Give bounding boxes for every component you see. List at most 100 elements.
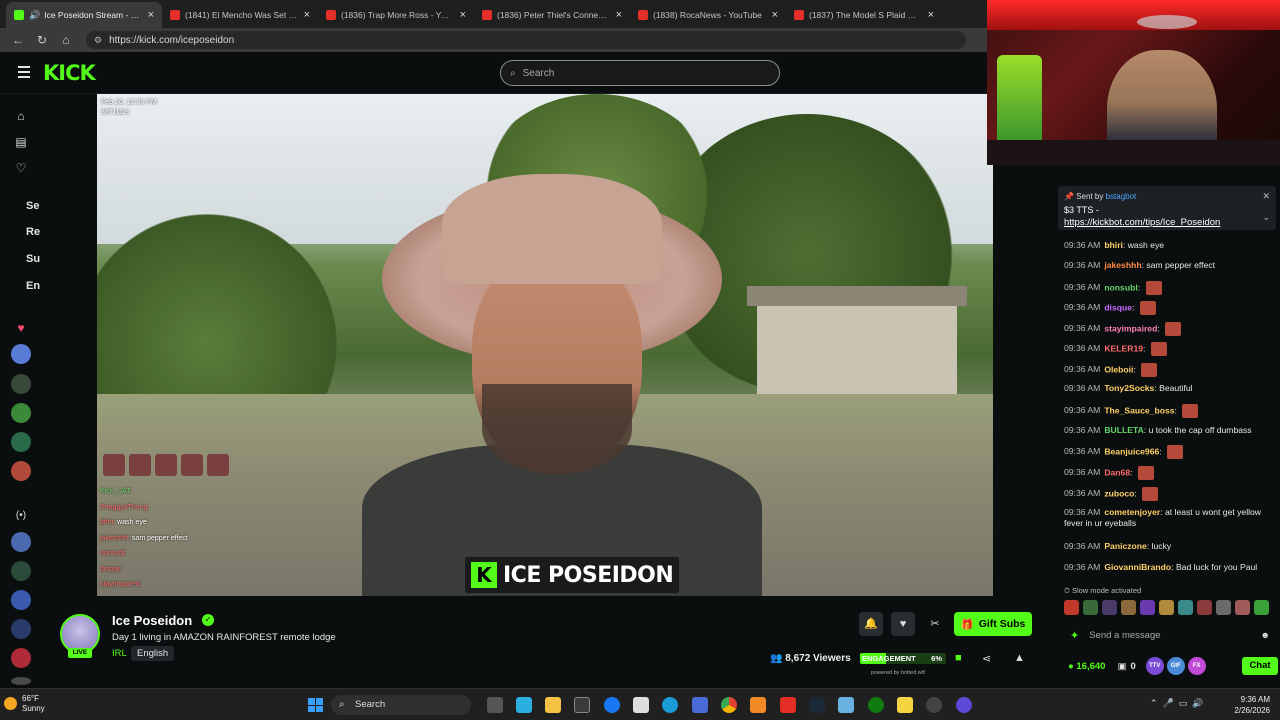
message-username[interactable]: BULLETA (1104, 425, 1143, 435)
followed-channel-avatar[interactable] (11, 374, 31, 394)
stats-icon[interactable]: ■ (955, 652, 962, 664)
facebook-icon[interactable] (604, 697, 620, 713)
gift-icon[interactable]: ▣ (1117, 661, 1126, 672)
share-icon[interactable]: ⋖ (982, 652, 991, 665)
browse-icon[interactable]: ▤ (13, 134, 29, 150)
vlc-icon[interactable] (750, 697, 766, 713)
obs-icon[interactable] (926, 697, 942, 713)
chat-input[interactable]: ✦ Send a message ☻ (1070, 626, 1270, 644)
browser-tab-youtube[interactable]: (1841) El Mencho Was Set Up By × (162, 2, 318, 28)
channel-points[interactable]: ● 16,640 (1068, 661, 1105, 672)
chat-send-button[interactable]: Chat (1242, 657, 1278, 675)
message-username[interactable]: The_Sauce_boss (1104, 405, 1174, 415)
close-tab-icon[interactable]: × (928, 9, 934, 21)
app-icon[interactable] (956, 697, 972, 713)
youtube-icon[interactable] (780, 697, 796, 713)
site-info-icon[interactable]: ⚙ (94, 35, 102, 46)
video-player[interactable]: Feb 26, 12:36 PM 3871kb/s Kick_UAT: Snag… (97, 94, 993, 596)
back-icon[interactable]: ← (6, 33, 30, 47)
message-username[interactable]: cometenjoyer (1104, 507, 1160, 517)
copilot-icon[interactable] (516, 697, 532, 713)
edge-icon[interactable] (662, 697, 678, 713)
menu-icon[interactable] (18, 66, 30, 78)
emoji-icon[interactable]: ☻ (1261, 630, 1270, 640)
followed-channel-avatar[interactable] (11, 344, 31, 364)
close-tab-icon[interactable]: × (772, 9, 778, 21)
weather-widget[interactable]: 66°F Sunny (4, 694, 45, 714)
notification-bell-button[interactable]: 🔔 (859, 612, 883, 636)
streamer-name[interactable]: Ice Poseidon (112, 613, 192, 628)
recommended-channel-avatar[interactable] (11, 590, 31, 610)
browser-tab-youtube[interactable]: (1837) The Model S Plaid Walked × (786, 2, 942, 28)
steam-icon[interactable] (809, 697, 825, 713)
emote-button[interactable] (1178, 600, 1193, 615)
sidebar-section-label[interactable]: Su (26, 253, 40, 265)
sidebar-section-label[interactable]: En (26, 280, 40, 292)
message-username[interactable]: disque (1104, 302, 1132, 312)
followed-channel-avatar[interactable] (11, 461, 31, 481)
emote-button[interactable] (1102, 600, 1117, 615)
mic-icon[interactable]: 🎤 (1163, 698, 1174, 708)
pinned-link[interactable]: https://kickbot.com/tips/Ice_Poseidon (1064, 217, 1220, 228)
emote-button[interactable] (1254, 600, 1269, 615)
message-username[interactable]: Beanjuice966 (1104, 446, 1159, 456)
language-tag[interactable]: English (131, 646, 175, 661)
recommended-channel-avatar[interactable] (11, 561, 31, 581)
taskbar-clock[interactable]: 9:36 AM 2/26/2026 (1224, 694, 1270, 716)
sidebar-section-label[interactable]: Se (26, 200, 39, 212)
volume-icon[interactable]: 🔊 (1192, 698, 1203, 708)
clip-button[interactable]: ✂ (923, 612, 947, 636)
recommended-channel-avatar[interactable] (11, 648, 31, 668)
message-username[interactable]: jakeshhh (1104, 260, 1141, 270)
browser-tab-kick[interactable]: 🔊 Ice Poseidon Stream - Watch × (6, 2, 162, 28)
extension-pill[interactable]: GIF (1166, 657, 1185, 675)
app-icon[interactable] (838, 697, 854, 713)
chevron-down-icon[interactable]: ⌄ (1262, 212, 1270, 223)
message-username[interactable]: Paniczone (1104, 541, 1147, 551)
home-icon[interactable]: ⌂ (54, 33, 78, 47)
close-tab-icon[interactable]: × (148, 9, 154, 21)
close-tab-icon[interactable]: × (304, 9, 310, 21)
message-username[interactable]: bhiri (1104, 240, 1123, 250)
emote-button[interactable] (1140, 600, 1155, 615)
emote-button[interactable] (1064, 600, 1079, 615)
follow-heart-button[interactable]: ♥ (891, 612, 915, 636)
category-link[interactable]: IRL (112, 648, 127, 659)
recommended-channel-avatar[interactable] (11, 677, 31, 685)
emote-button[interactable] (1235, 600, 1250, 615)
file-explorer-icon[interactable] (545, 697, 561, 713)
pinned-message[interactable]: 📌 Sent by bstagbot $3 TTS - https://kick… (1058, 186, 1276, 230)
emote-button[interactable] (1216, 600, 1231, 615)
extension-pill[interactable]: TTV (1145, 657, 1164, 675)
sparkle-icon[interactable]: ✦ (1070, 629, 1079, 642)
task-view-icon[interactable] (487, 697, 503, 713)
close-tab-icon[interactable]: × (616, 9, 622, 21)
message-username[interactable]: Dan68 (1104, 467, 1130, 477)
speaker-icon[interactable]: 🔊 (29, 10, 40, 21)
notes-icon[interactable] (897, 697, 913, 713)
browser-tab-youtube[interactable]: (1836) Peter Thiel's Connections × (474, 2, 630, 28)
recommended-channel-avatar[interactable] (11, 619, 31, 639)
amazon-icon[interactable] (633, 697, 649, 713)
emote-button[interactable] (1121, 600, 1136, 615)
browser-tab-youtube[interactable]: (1836) Trap More Ross - YouTube × (318, 2, 474, 28)
message-username[interactable]: KELER19 (1104, 343, 1143, 353)
emote-button[interactable] (1083, 600, 1098, 615)
browser-tab-youtube[interactable]: (1838) RocaNews - YouTube × (630, 2, 786, 28)
emote-button[interactable] (1197, 600, 1212, 615)
followed-channel-avatar[interactable] (11, 432, 31, 452)
message-username[interactable]: zuboco (1104, 488, 1134, 498)
chrome-icon[interactable] (721, 697, 737, 713)
kick-logo[interactable]: KICK (43, 61, 96, 85)
chevron-up-icon[interactable]: ⌃ (1150, 698, 1158, 708)
followed-channel-avatar[interactable] (11, 403, 31, 423)
search-input[interactable]: ⌕ Search (500, 60, 780, 86)
sidebar-section-label[interactable]: Re (26, 226, 40, 238)
close-tab-icon[interactable]: × (460, 9, 466, 21)
message-username[interactable]: Tony2Socks (1104, 383, 1154, 393)
store-icon[interactable] (574, 697, 590, 713)
system-tray[interactable]: ⌃ 🎤 ▭ 🔊 (1150, 698, 1204, 709)
reload-icon[interactable]: ↻ (30, 33, 54, 47)
taskbar-search[interactable]: ⌕ Search (331, 695, 471, 715)
windows-start-icon[interactable] (308, 698, 323, 712)
